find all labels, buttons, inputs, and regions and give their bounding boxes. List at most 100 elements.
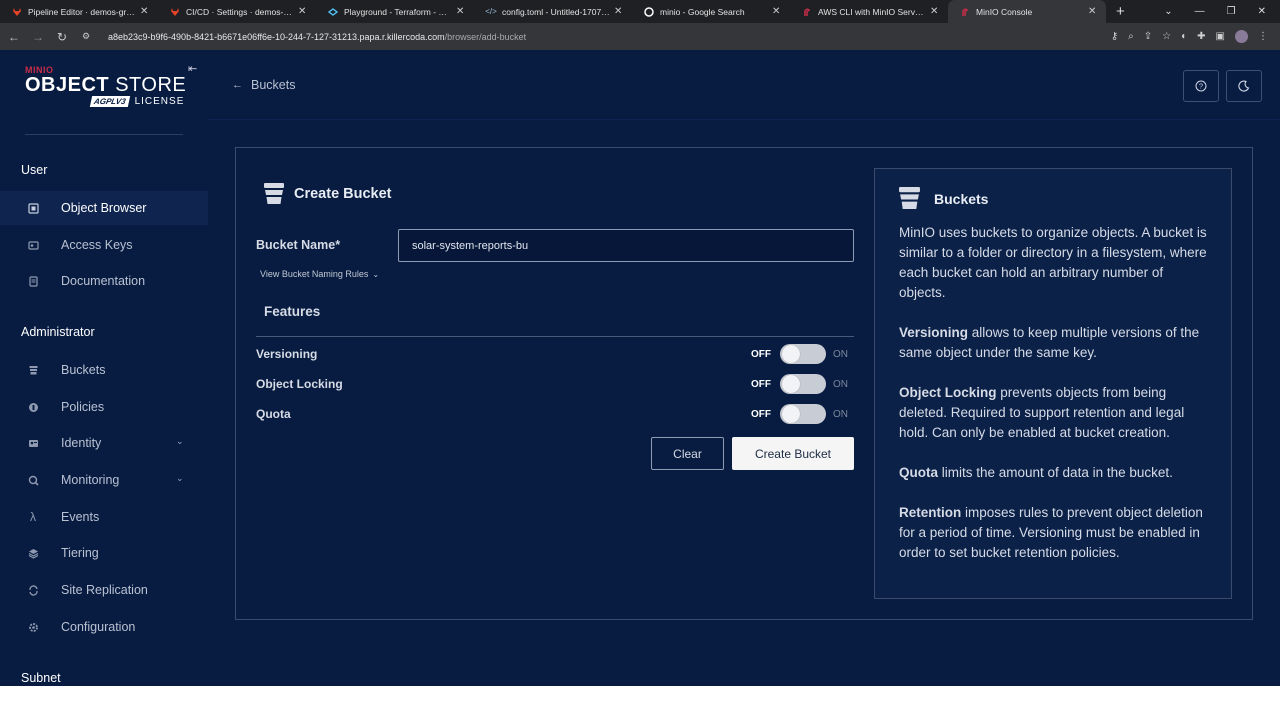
sidebar-item-access-keys[interactable]: Access Keys (0, 228, 208, 262)
help-item: Retention imposes rules to prevent objec… (899, 503, 1213, 563)
sidebar-item-label: Buckets (61, 363, 106, 377)
bucket-name-value: solar-system-reports-bu (412, 239, 529, 252)
sidebar-item-tiering[interactable]: Tiering (0, 536, 208, 570)
browser-tab[interactable]: minio - Google Search ✕ (632, 0, 790, 23)
versioning-toggle[interactable]: OFF ON (751, 343, 848, 365)
help-item: Versioning allows to keep multiple versi… (899, 323, 1213, 363)
browser-tab[interactable]: Pipeline Editor · demos-group / ... ✕ (0, 0, 158, 23)
browser-menu-icon[interactable]: ⋮ (1258, 31, 1268, 42)
close-window-icon[interactable]: ✕ (1258, 6, 1266, 17)
bucket-name-input[interactable]: solar-system-reports-bu (398, 229, 854, 262)
kodekloud-icon (328, 7, 338, 17)
events-icon: λ (30, 510, 36, 524)
chevron-down-icon[interactable]: ⌄ (176, 436, 184, 447)
configuration-icon (23, 622, 43, 633)
help-term: Versioning (899, 325, 969, 340)
policies-icon (23, 402, 43, 413)
site-info-icon[interactable]: ⚙ (76, 31, 96, 42)
sidebar-item-identity[interactable]: Identity ⌄ (0, 426, 208, 460)
browser-tab[interactable]: Playground - Terraform - Kodekloud ✕ (316, 0, 474, 23)
tiering-icon (23, 548, 43, 559)
feature-name: Object Locking (256, 377, 343, 391)
sidebar-item-documentation[interactable]: Documentation (0, 264, 208, 298)
toggle-knob (782, 375, 800, 393)
chevron-down-icon[interactable]: ⌄ (176, 473, 184, 484)
close-tab-icon[interactable]: ✕ (930, 6, 940, 17)
sidebar-item-monitoring[interactable]: Monitoring ⌄ (0, 463, 208, 497)
address-bar-icons: ⚷ ⌕ ⇪ ☆ ◐ ✚ ▣ ⋮ (1111, 23, 1268, 50)
toggle-switch[interactable] (780, 344, 826, 364)
share-icon[interactable]: ⇪ (1144, 31, 1152, 42)
browser-tab[interactable]: </> config.toml - Untitled-1707412... ✕ (474, 0, 632, 23)
page-header: ← Buckets ? (208, 50, 1280, 120)
sidebar-item-label: Configuration (61, 620, 136, 634)
side-panel-icon[interactable]: ▣ (1216, 31, 1225, 42)
feature-row-versioning: Versioning OFF ON (256, 343, 854, 365)
quota-toggle[interactable]: OFF ON (751, 403, 848, 425)
key-icon[interactable]: ⚷ (1111, 31, 1118, 42)
sidebar-item-events[interactable]: λ Events (0, 500, 208, 534)
clear-button[interactable]: Clear (651, 437, 724, 470)
close-tab-icon[interactable]: ✕ (614, 6, 624, 17)
tab-title: CI/CD · Settings · demos-group ... (186, 6, 294, 17)
object-locking-toggle[interactable]: OFF ON (751, 373, 848, 395)
close-tab-icon[interactable]: ✕ (772, 6, 782, 17)
sidebar-item-object-browser[interactable]: Object Browser (0, 191, 208, 225)
bookmark-star-icon[interactable]: ☆ (1162, 31, 1171, 42)
tab-search-icon[interactable]: ⌄ (1164, 6, 1172, 17)
new-tab-icon[interactable]: + (1106, 3, 1135, 20)
back-arrow-icon[interactable]: ← (4, 30, 24, 44)
create-bucket-button[interactable]: Create Bucket (732, 437, 854, 470)
close-tab-icon[interactable]: ✕ (140, 6, 150, 17)
extensions-puzzle-icon[interactable]: ✚ (1197, 31, 1205, 42)
help-title: Buckets (899, 187, 988, 210)
help-term: Object Locking (899, 385, 997, 400)
documentation-icon (23, 275, 43, 287)
help-item: Object Locking prevents objects from bei… (899, 383, 1213, 443)
back-to-buckets-link[interactable]: ← Buckets (232, 78, 295, 92)
sidebar-item-buckets[interactable]: Buckets (0, 353, 208, 387)
tab-title: AWS CLI with MinIO Server — MinIO (818, 6, 926, 17)
restore-icon[interactable]: ❐ (1227, 6, 1236, 17)
toggle-switch[interactable] (780, 374, 826, 394)
logo-license: AGPLV3 LICENSE (89, 96, 186, 107)
sidebar-divider (25, 134, 183, 135)
browser-tab-active[interactable]: MinIO Console ✕ (948, 0, 1106, 23)
profile-avatar-icon[interactable] (1235, 30, 1248, 43)
google-icon (644, 6, 654, 17)
gitlab-icon (12, 7, 22, 17)
sidebar-item-site-replication[interactable]: Site Replication (0, 573, 208, 607)
minimize-icon[interactable]: — (1195, 6, 1205, 17)
help-icon: ? (1195, 80, 1207, 92)
forward-arrow-icon[interactable]: → (28, 30, 48, 44)
access-keys-icon (23, 240, 43, 251)
url-path: /browser/add-bucket (444, 31, 527, 42)
collapse-sidebar-icon[interactable]: ⇤ (188, 62, 197, 75)
reload-icon[interactable]: ↻ (52, 30, 72, 44)
extension-icon[interactable]: ◐ (1181, 31, 1187, 42)
feature-name: Versioning (256, 347, 318, 361)
dark-mode-button[interactable] (1226, 70, 1262, 102)
help-button[interactable]: ? (1183, 70, 1219, 102)
url-field[interactable]: a8eb23c9-b9f6-490b-8421-b6671e06ff6e-10-… (108, 32, 526, 42)
window-controls: ⌄ — ❐ ✕ (1164, 0, 1280, 23)
view-naming-rules-link[interactable]: View Bucket Naming Rules ⌄ (260, 269, 379, 279)
naming-rules-label: View Bucket Naming Rules (260, 269, 369, 279)
sidebar-item-label: Tiering (61, 546, 99, 560)
sidebar-item-configuration[interactable]: Configuration (0, 610, 208, 644)
zoom-icon[interactable]: ⌕ (1128, 31, 1134, 42)
tab-title: MinIO Console (976, 6, 1033, 17)
close-tab-icon[interactable]: ✕ (1088, 6, 1098, 17)
close-tab-icon[interactable]: ✕ (456, 6, 466, 17)
browser-tab[interactable]: AWS CLI with MinIO Server — MinIO ✕ (790, 0, 948, 23)
browser-tab[interactable]: CI/CD · Settings · demos-group ... ✕ (158, 0, 316, 23)
address-bar: ← → ↻ ⚙ a8eb23c9-b9f6-490b-8421-b6671e06… (0, 23, 1280, 50)
close-tab-icon[interactable]: ✕ (298, 6, 308, 17)
sidebar-item-policies[interactable]: Policies (0, 390, 208, 424)
help-panel: Buckets MinIO uses buckets to organize o… (874, 168, 1232, 599)
help-term: Retention (899, 505, 962, 520)
sidebar-item-label: Object Browser (61, 201, 147, 215)
minio-icon (960, 7, 970, 17)
toggle-switch[interactable] (780, 404, 826, 424)
back-label: Buckets (251, 78, 296, 92)
